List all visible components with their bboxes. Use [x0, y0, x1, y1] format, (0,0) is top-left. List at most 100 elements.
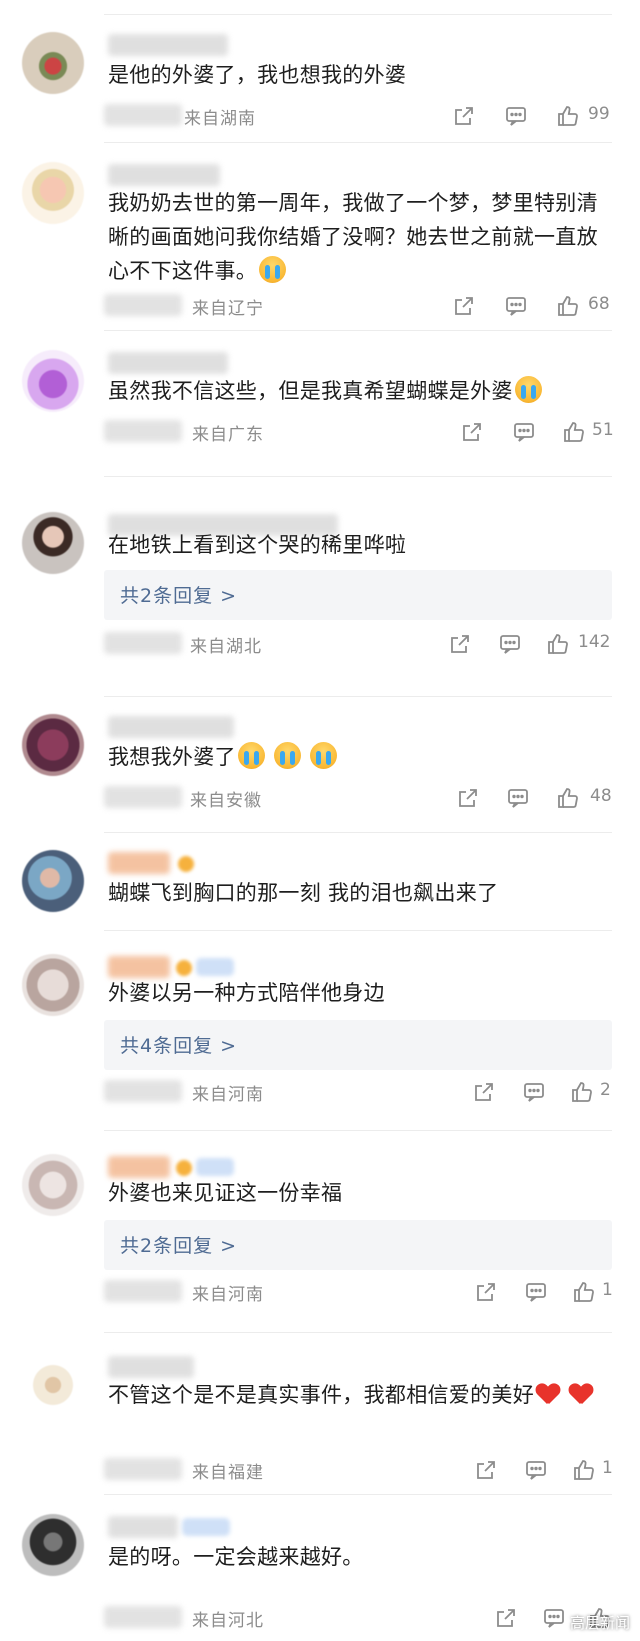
- avatar[interactable]: [22, 1154, 84, 1216]
- view-replies-link[interactable]: 共2条回复 >: [120, 581, 237, 608]
- username-obscured[interactable]: [108, 956, 170, 978]
- view-replies-link[interactable]: 共4条回复 >: [120, 1031, 237, 1058]
- reply-box[interactable]: 共2条回复 >: [104, 570, 612, 620]
- avatar[interactable]: [22, 1514, 84, 1576]
- watermark: 高层新闻: [569, 1614, 630, 1632]
- comment-icon[interactable]: [524, 1280, 548, 1304]
- share-icon[interactable]: [494, 1606, 518, 1630]
- comment-date-obscured: [104, 1606, 182, 1628]
- comment-date-obscured: [104, 1280, 182, 1302]
- comment-icon[interactable]: [504, 294, 528, 318]
- crying-emoji-icon: [259, 256, 287, 283]
- reply-box[interactable]: 共2条回复 >: [104, 1220, 612, 1270]
- comment-meta: 来自福建 1: [104, 1456, 613, 1486]
- crying-emoji-icon: [273, 742, 301, 769]
- avatar[interactable]: [22, 1354, 84, 1416]
- like-icon[interactable]: [556, 104, 580, 128]
- username-obscured[interactable]: [108, 1356, 194, 1378]
- divider: [104, 1130, 612, 1131]
- comment-icon[interactable]: [506, 786, 530, 810]
- divider: [104, 930, 612, 931]
- like-icon[interactable]: [562, 420, 586, 444]
- share-icon[interactable]: [452, 104, 476, 128]
- reply-box[interactable]: 共4条回复 >: [104, 1020, 612, 1070]
- comment-meta: 来自湖南 99: [104, 102, 612, 132]
- comment-text: 蝴蝶飞到胸口的那一刻 我的泪也飙出来了: [108, 881, 499, 905]
- comment-icon[interactable]: [522, 1080, 546, 1104]
- action-bar: 142: [448, 630, 612, 660]
- location-label: 来自河南: [192, 1285, 264, 1305]
- username-obscured[interactable]: [108, 164, 220, 186]
- badge-icon: [176, 960, 192, 976]
- comment-date-obscured: [104, 786, 182, 808]
- comment-body: 我想我外婆了: [108, 745, 236, 769]
- share-icon[interactable]: [460, 420, 484, 444]
- divider: [104, 832, 612, 833]
- like-icon[interactable]: [572, 1280, 596, 1304]
- crying-emoji-icon: [237, 742, 265, 769]
- like-icon[interactable]: [570, 1080, 594, 1104]
- like-count: 51: [592, 420, 614, 440]
- avatar[interactable]: [22, 162, 84, 224]
- action-bar: 1: [474, 1456, 613, 1486]
- like-icon[interactable]: [556, 294, 580, 318]
- share-icon[interactable]: [448, 632, 472, 656]
- comment-text: 虽然我不信这些，但是我真希望蝴蝶是外婆: [108, 374, 612, 408]
- username-obscured[interactable]: [108, 1516, 178, 1538]
- like-icon[interactable]: [572, 1458, 596, 1482]
- like-icon[interactable]: [546, 632, 570, 656]
- share-icon[interactable]: [452, 294, 476, 318]
- username-obscured[interactable]: [108, 34, 228, 56]
- comment-meta: 来自辽宁 68: [104, 292, 612, 322]
- divider: [104, 14, 612, 15]
- avatar[interactable]: [22, 850, 84, 912]
- action-bar: 68: [452, 292, 612, 322]
- comment-icon[interactable]: [524, 1458, 548, 1482]
- username-obscured[interactable]: [108, 716, 234, 738]
- comment-icon[interactable]: [542, 1606, 566, 1630]
- comment-meta: 来自广东 51: [104, 418, 614, 448]
- avatar[interactable]: [22, 954, 84, 1016]
- avatar[interactable]: [22, 32, 84, 94]
- view-replies-link[interactable]: 共2条回复 >: [120, 1231, 237, 1258]
- membership-badge-icon: [182, 1518, 230, 1536]
- comment-text: 是他的外婆了，我也想我的外婆: [108, 63, 407, 87]
- divider: [104, 476, 612, 477]
- comment-icon[interactable]: [512, 420, 536, 444]
- comment-date-obscured: [104, 1458, 182, 1480]
- username-obscured[interactable]: [108, 852, 170, 874]
- share-icon[interactable]: [474, 1280, 498, 1304]
- comment-icon[interactable]: [498, 632, 522, 656]
- divider: [104, 330, 612, 331]
- like-count: 1: [602, 1458, 613, 1478]
- location-label: 来自河南: [192, 1085, 264, 1105]
- crying-emoji-icon: [514, 376, 542, 403]
- comment-body: 虽然我不信这些，但是我真希望蝴蝶是外婆: [108, 379, 513, 403]
- comment-item: 我奶奶去世的第一周年，我做了一个梦，梦里特别清晰的画面她问我你结婚了没啊？她去世…: [0, 148, 640, 328]
- comment-meta: 来自湖北 142: [104, 630, 612, 660]
- avatar[interactable]: [22, 714, 84, 776]
- action-bar: 99: [452, 102, 612, 132]
- divider: [104, 1494, 612, 1495]
- comment-text: 我想我外婆了: [108, 740, 612, 774]
- comment-date-obscured: [104, 104, 182, 126]
- username-obscured[interactable]: [108, 1156, 170, 1178]
- comment-item: 蝴蝶飞到胸口的那一刻 我的泪也飙出来了: [0, 836, 640, 932]
- comment-text: 是的呀。一定会越来越好。: [108, 1545, 364, 1569]
- avatar[interactable]: [22, 350, 84, 412]
- comment-item: 虽然我不信这些，但是我真希望蝴蝶是外婆 来自广东 51: [0, 336, 640, 456]
- comment-item: 外婆以另一种方式陪伴他身边 共4条回复 > 来自河南 2: [0, 940, 640, 1130]
- comment-icon[interactable]: [504, 104, 528, 128]
- share-icon[interactable]: [474, 1458, 498, 1482]
- username-obscured[interactable]: [108, 352, 228, 374]
- share-icon[interactable]: [456, 786, 480, 810]
- location-label: 来自辽宁: [192, 299, 264, 319]
- comment-date-obscured: [104, 632, 182, 654]
- avatar[interactable]: [22, 512, 84, 574]
- share-icon[interactable]: [472, 1080, 496, 1104]
- like-icon[interactable]: [556, 786, 580, 810]
- location-label: 来自河北: [192, 1611, 264, 1631]
- membership-badge-icon: [196, 1158, 234, 1176]
- comment-text: 外婆也来见证这一份幸福: [108, 1181, 343, 1205]
- badge-icon: [176, 1160, 192, 1176]
